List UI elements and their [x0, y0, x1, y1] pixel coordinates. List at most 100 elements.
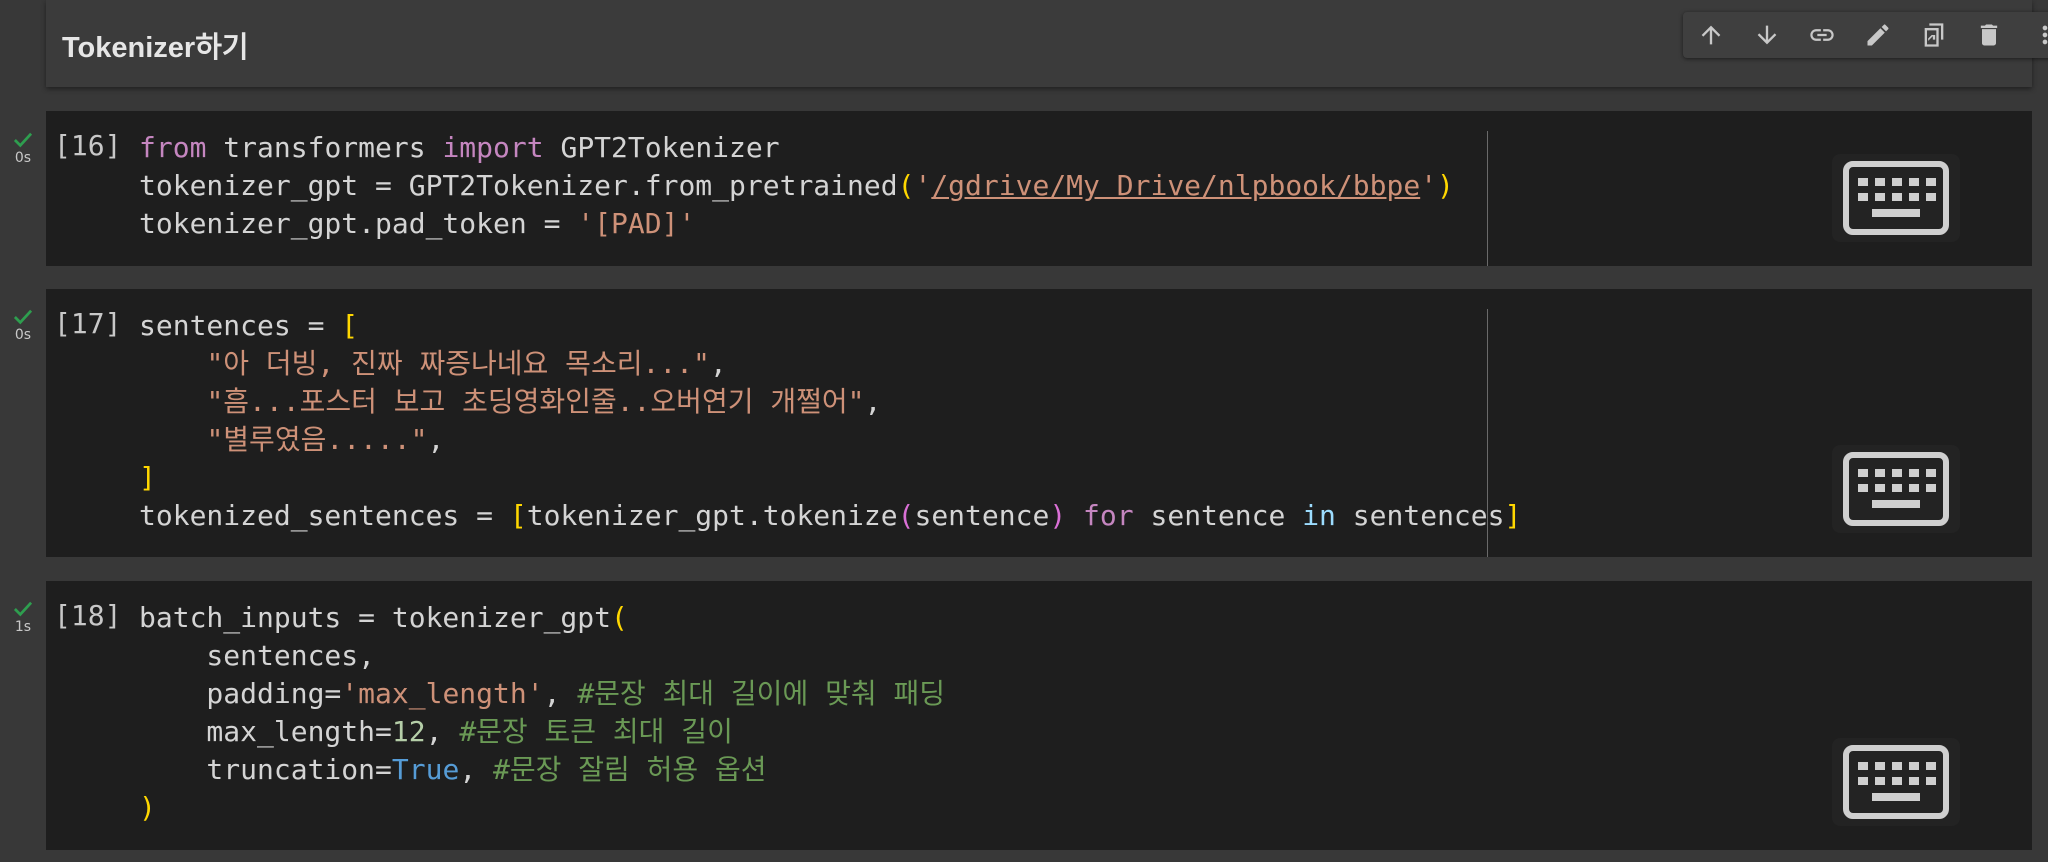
ruler-line — [1487, 131, 1488, 266]
delete-cell-button[interactable] — [1969, 15, 2009, 55]
code-token: ] — [139, 461, 156, 494]
code-token: True — [391, 753, 460, 786]
code-token: tokenizer_gpt.pad_token = — [139, 207, 578, 240]
code-token: transformers — [223, 131, 426, 164]
code-line: "흠...포스터 보고 초딩영화인줄..오버연기 개쩔어", — [139, 385, 881, 418]
code-token: '[PAD]' — [577, 207, 696, 240]
more-vert-icon — [2042, 25, 2048, 45]
code-token: , — [543, 677, 578, 710]
code-cell[interactable]: [16] from transformers import GPT2Tokeni… — [46, 111, 2032, 266]
link-to-cell-button[interactable] — [1802, 15, 1842, 55]
cell-toolbar — [1683, 12, 2048, 58]
code-token: "흠...포스터 보고 초딩영화인줄..오버연기 개쩔어" — [206, 385, 865, 418]
cell-run-status[interactable]: 0s — [0, 308, 46, 343]
code-token: sentences = — [139, 309, 342, 342]
arrow-up-icon — [1701, 25, 1721, 45]
code-token: sentences, — [139, 639, 376, 672]
arrow-down-icon — [1757, 25, 1776, 45]
code-token: tokenizer_gpt = GPT2Tokenizer.from_pretr… — [139, 169, 898, 202]
check-icon — [13, 132, 33, 148]
code-token: ' — [1420, 169, 1438, 202]
code-token: tokenizer_gpt.tokenize — [526, 499, 898, 532]
keyboard-icon — [1843, 745, 1949, 819]
mirror-cell-button[interactable] — [1914, 15, 1954, 55]
code-token: [ — [341, 309, 359, 342]
code-token: ' — [914, 169, 932, 202]
execution-count: [18] — [54, 599, 122, 632]
code-line: padding='max_length', #문장 최대 길이에 맞춰 패딩 — [139, 677, 945, 710]
code-token: tokenized_sentences = — [139, 499, 510, 532]
code-line: max_length=12, #문장 토큰 최대 길이 — [139, 715, 733, 748]
code-line: tokenized_sentences = [tokenizer_gpt.tok… — [139, 499, 1521, 532]
code-line: "별루였음.....", — [139, 423, 444, 456]
code-token: #문장 토큰 최대 길이 — [459, 715, 733, 748]
code-line: truncation=True, #문장 잘림 허용 옵션 — [139, 753, 767, 786]
code-cell[interactable]: [18] batch_inputs = tokenizer_gpt( sente… — [46, 581, 2032, 850]
cell-run-status[interactable]: 1s — [0, 600, 46, 635]
keyboard-button[interactable] — [1832, 738, 1960, 826]
keyboard-button[interactable] — [1832, 154, 1960, 242]
check-icon — [13, 309, 33, 325]
code-token: 'max_length' — [341, 677, 544, 710]
code-token: in — [1302, 499, 1336, 532]
code-token: truncation= — [139, 753, 392, 786]
code-token: padding= — [139, 677, 342, 710]
pencil-icon — [1867, 24, 1889, 46]
code-token: , — [459, 753, 494, 786]
code-token: [ — [509, 499, 527, 532]
code-token: ( — [897, 499, 915, 532]
keyboard-icon — [1843, 161, 1949, 235]
code-line: sentences, — [139, 639, 375, 672]
code-cell[interactable]: [17] sentences = [ "아 더빙, 진짜 짜증나네요 목소리..… — [46, 289, 2032, 557]
edit-cell-button[interactable] — [1858, 15, 1898, 55]
code-token: from — [139, 131, 207, 164]
code-token: sentence — [1133, 499, 1303, 532]
link-icon — [1810, 29, 1834, 41]
code-token: ) — [1437, 169, 1454, 202]
code-token: batch_inputs = tokenizer_gpt — [139, 601, 612, 634]
keyboard-button[interactable] — [1832, 445, 1960, 533]
code-token: GPT2Tokenizer — [560, 131, 780, 164]
execution-count: [16] — [54, 129, 122, 162]
more-actions-button[interactable] — [2025, 15, 2048, 55]
code-token: "별루였음....." — [206, 423, 428, 456]
code-line: batch_inputs = tokenizer_gpt( — [139, 601, 628, 634]
code-token: #문장 잘림 허용 옵션 — [493, 753, 767, 786]
cell-run-status[interactable]: 0s — [0, 131, 46, 166]
move-cell-down-button[interactable] — [1747, 15, 1787, 55]
code-line: "아 더빙, 진짜 짜증나네요 목소리...", — [139, 347, 727, 380]
code-editor[interactable]: batch_inputs = tokenizer_gpt( sentences,… — [139, 599, 945, 827]
code-line: ] — [139, 461, 156, 494]
code-line: sentences = [ — [139, 309, 358, 342]
code-token: 12 — [391, 715, 426, 748]
code-token: sentence — [914, 499, 1050, 532]
trash-icon — [1981, 24, 1998, 46]
code-token: ) — [1049, 499, 1067, 532]
code-line: tokenizer_gpt = GPT2Tokenizer.from_pretr… — [139, 169, 1454, 202]
code-token: import — [442, 131, 544, 164]
code-token: max_length= — [139, 715, 392, 748]
code-token: sentences — [1335, 499, 1505, 532]
text-cell[interactable]: Tokenizer하기 — [46, 0, 2048, 87]
code-token: ) — [139, 791, 156, 824]
code-editor[interactable]: sentences = [ "아 더빙, 진짜 짜증나네요 목소리...", "… — [139, 307, 1521, 535]
code-line: from transformers import GPT2Tokenizer — [139, 131, 780, 164]
code-token: , — [709, 347, 727, 380]
code-line: ) — [139, 791, 156, 824]
code-token: ( — [611, 601, 628, 634]
code-token: /gdrive/My Drive/nlpbook/bbpe — [931, 169, 1421, 202]
code-editor[interactable]: from transformers import GPT2Tokenizer t… — [139, 129, 1454, 243]
code-token: , — [425, 715, 460, 748]
run-time: 0s — [14, 327, 32, 343]
code-line: tokenizer_gpt.pad_token = '[PAD]' — [139, 207, 695, 240]
section-heading: Tokenizer하기 — [62, 32, 249, 64]
run-time: 0s — [14, 150, 32, 166]
mirror-icon — [1924, 23, 1943, 47]
check-icon — [13, 601, 33, 617]
move-cell-up-button[interactable] — [1691, 15, 1731, 55]
code-token: ] — [1504, 499, 1522, 532]
ruler-line — [1487, 309, 1488, 557]
